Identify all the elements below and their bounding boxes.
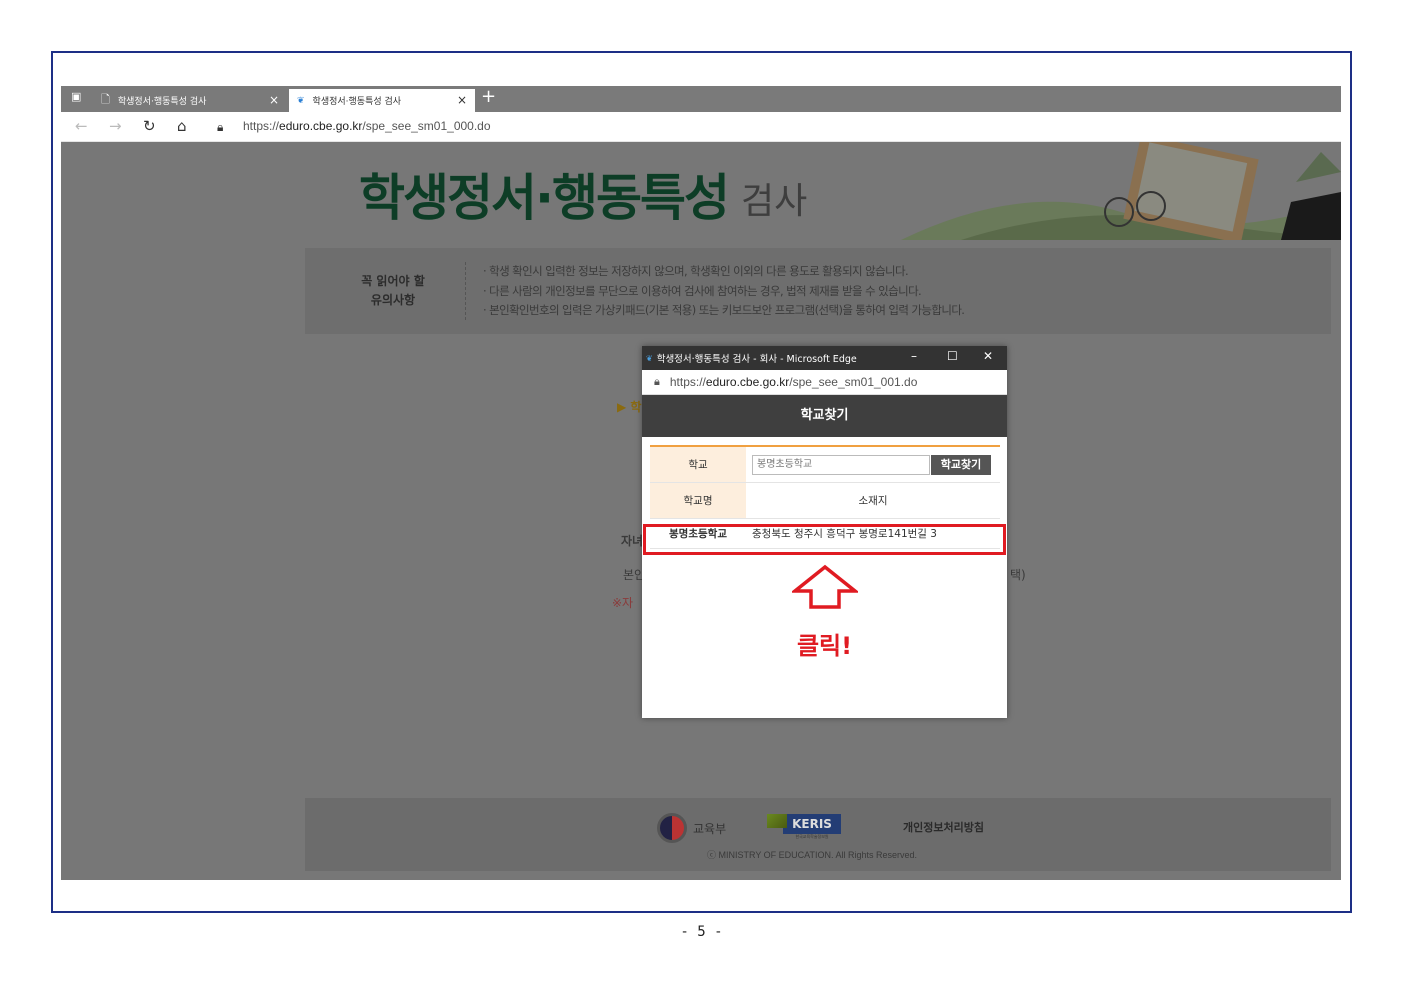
copyright-text: ⓒ MINISTRY OF EDUCATION. All Rights Rese… [707, 850, 918, 860]
up-arrow-icon [792, 564, 858, 609]
highlight-box [643, 524, 1006, 555]
notice-title: 꼭 읽어야 할 유의사항 [345, 272, 441, 310]
school-search-popup: ❦ 학생정서·행동특성 검사 - 회사 - Microsoft Edge – ☐… [642, 346, 1007, 718]
notice-title-line2: 유의사항 [370, 293, 416, 307]
new-tab-button[interactable]: + [481, 86, 496, 107]
moe-logo[interactable]: 교육부 [657, 813, 726, 843]
school-search-input[interactable]: 봉명초등학교 [752, 454, 930, 475]
notice-list: · 학생 확인시 입력한 정보는 저장하지 않으며, 학생확인 이외의 다른 용… [483, 262, 965, 321]
notice-item: · 본인확인번호의 입력은 가상키패드(기본 적용) 또는 키보드보안 프로그램… [483, 303, 965, 317]
popup-window-title: 학생정서·행동특성 검사 - 회사 - Microsoft Edge [656, 354, 857, 365]
site-favicon-icon: ❦ [646, 353, 653, 363]
form-option-text: 택) [1010, 568, 1026, 582]
divider [465, 262, 466, 320]
notice-item: · 학생 확인시 입력한 정보는 저장하지 않으며, 학생확인 이외의 다른 용… [483, 264, 909, 278]
school-label: 학교 [650, 447, 746, 482]
browser-address-bar: ← → ↻ ⌂ 🔒︎ https://eduro.cbe.go.kr/spe_s… [61, 112, 1341, 142]
page-number: - 5 - [680, 924, 723, 940]
url-path: /spe_see_sm01_000.do [362, 119, 491, 133]
home-icon[interactable]: ⌂ [177, 117, 187, 135]
school-search-button[interactable]: 학교찾기 [931, 454, 991, 475]
maximize-icon[interactable]: ☐ [947, 349, 958, 363]
url-path: /spe_see_sm01_001.do [789, 375, 918, 389]
url-field[interactable]: https://eduro.cbe.go.kr/spe_see_sm01_000… [243, 119, 491, 133]
column-header-name: 학교명 [650, 483, 746, 518]
refresh-icon[interactable]: ↻ [143, 117, 156, 135]
tab-close-icon[interactable]: × [269, 93, 279, 107]
popup-address-bar: 🔒︎ https://eduro.cbe.go.kr/spe_see_sm01_… [642, 370, 1007, 395]
close-icon[interactable]: ✕ [983, 349, 993, 363]
keris-leaf-icon [767, 814, 787, 828]
taegeuk-icon [657, 813, 687, 843]
moe-label: 교육부 [693, 821, 727, 836]
column-header-location: 소재지 [858, 495, 888, 507]
click-callout: 클릭! [796, 632, 853, 660]
section-label: ▶ 학 [617, 400, 642, 414]
tab-close-icon[interactable]: × [457, 93, 467, 107]
browser-tab-bar: ▣ 🗋 학생정서·행동특성 검사 × ❦ 학생정서·행동특성 검사 × + [61, 86, 1341, 112]
popup-titlebar: ❦ 학생정서·행동특성 검사 - 회사 - Microsoft Edge – ☐… [642, 346, 1007, 370]
url-scheme: https:// [669, 375, 706, 389]
screenshot-frame: ▣ 🗋 학생정서·행동특성 검사 × ❦ 학생정서·행동특성 검사 × + ← … [51, 51, 1352, 913]
keris-label: KERIS [783, 814, 841, 834]
tab-label: 학생정서·행동특성 검사 [117, 97, 207, 107]
forward-icon[interactable]: → [109, 117, 122, 135]
footer: 교육부 KERIS 한국교육학술정보원 개인정보처리방침 ⓒ MINISTRY … [305, 798, 1331, 871]
url-host: eduro.cbe.go.kr [705, 375, 790, 389]
warning-text: ※자 [612, 596, 634, 610]
search-row: 학교 봉명초등학교 학교찾기 [650, 447, 1000, 483]
back-icon[interactable]: ← [75, 117, 88, 135]
notice-box: 꼭 읽어야 할 유의사항 · 학생 확인시 입력한 정보는 저장하지 않으며, … [305, 248, 1331, 334]
tab-label: 학생정서·행동특성 검사 [312, 97, 402, 107]
keris-logo[interactable]: KERIS 한국교육학술정보원 [767, 814, 841, 840]
popup-header: 학교찾기 [642, 395, 1007, 437]
search-cell: 봉명초등학교 학교찾기 [746, 447, 1000, 482]
page-title-suffix: 검사 [741, 181, 808, 222]
form-label: 자녀 [621, 534, 644, 548]
url-scheme: https:// [243, 119, 280, 133]
minimize-icon[interactable]: – [911, 349, 917, 363]
lock-icon: 🔒︎ [654, 375, 660, 388]
lock-icon: 🔒︎ [217, 120, 224, 134]
keris-sub-label: 한국교육학술정보원 [795, 834, 829, 839]
notice-title-line1: 꼭 읽어야 할 [361, 274, 425, 288]
site-favicon-icon: ❦ [297, 95, 305, 106]
hero-illustration [901, 142, 1341, 240]
url-host: eduro.cbe.go.kr [279, 119, 363, 133]
page-icon: 🗋 [101, 93, 110, 106]
privacy-policy-link[interactable]: 개인정보처리방침 [903, 819, 984, 835]
tab-actions-icon[interactable]: ▣ [71, 90, 81, 103]
table-header-row: 학교명 소재지 [650, 483, 1000, 519]
tab-inactive[interactable]: 🗋 학생정서·행동특성 검사 × [101, 89, 287, 112]
tab-active[interactable]: ❦ 학생정서·행동특성 검사 × [289, 89, 475, 112]
page-title: 학생정서·행동특성 [359, 169, 730, 227]
notice-item: · 다른 사람의 개인정보를 무단으로 이용하여 검사에 참여하는 경우, 법적… [483, 283, 922, 298]
